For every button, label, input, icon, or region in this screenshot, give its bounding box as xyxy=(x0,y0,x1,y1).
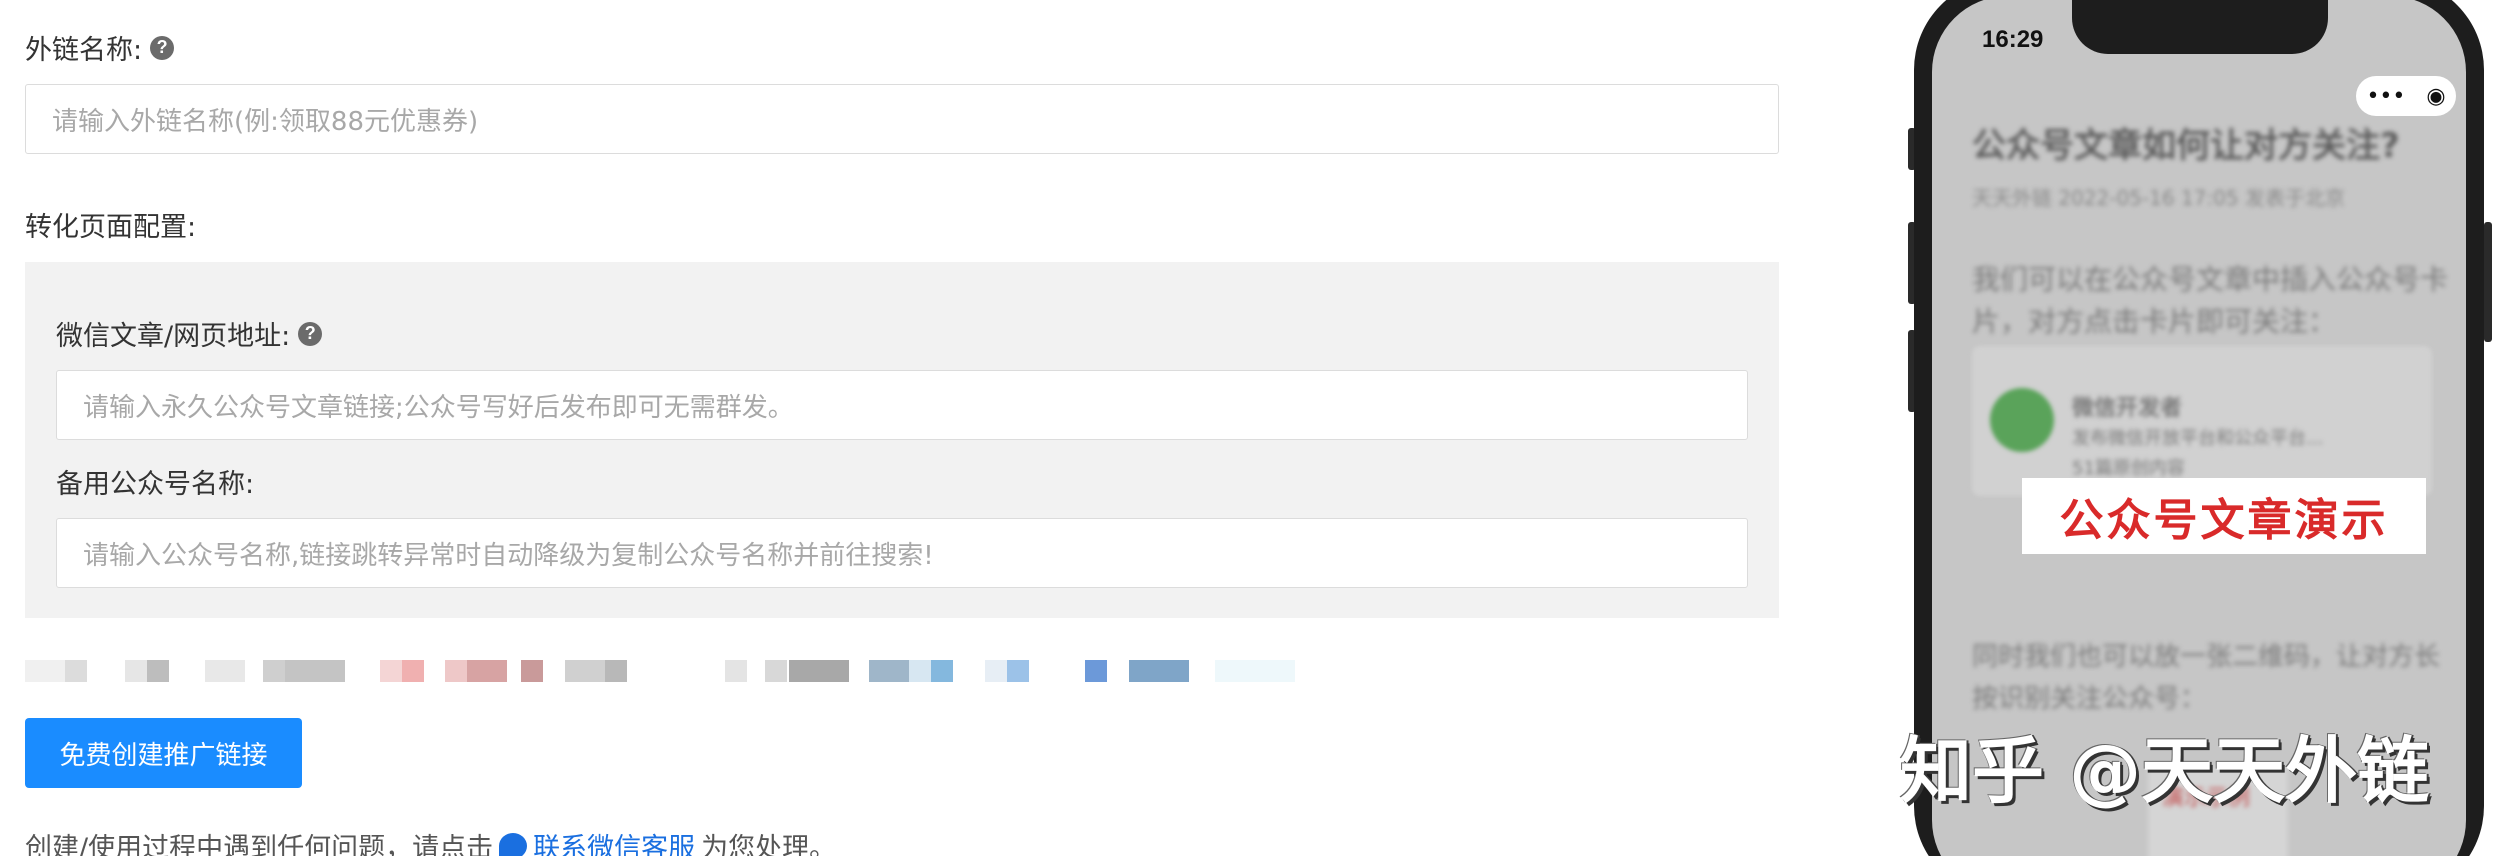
help-suffix: 为您处理。 xyxy=(701,833,837,856)
create-link-button-label: 免费创建推广链接 xyxy=(59,740,268,771)
link-name-placeholder: 请输入外链名称(例:领取88元优惠券) xyxy=(52,106,479,137)
article-meta: 天天外链 2022-05-16 17:05 发表于北京 xyxy=(1972,186,2345,210)
conversion-config-label-text: 转化页面配置: xyxy=(25,212,197,243)
card-count: 51篇原创内容 xyxy=(2072,458,2185,479)
card-desc: 发布微信开放平台和公众平台... xyxy=(2072,428,2324,449)
article-para2-line1: 同时我们也可以放一张二维码，让对方长 xyxy=(1972,642,2441,672)
article-title: 公众号文章如何让对方关注? xyxy=(1972,126,2400,166)
status-time: 16:29 xyxy=(1982,26,2044,53)
help-line: 创建/使用过程中遇到任何问题，请点击 联系微信客服 为您处理。 xyxy=(25,826,836,856)
close-target-icon[interactable]: ◉ xyxy=(2426,84,2445,109)
phone-notch xyxy=(2072,0,2328,54)
wechat-logo-icon xyxy=(1990,388,2054,452)
form-area: 外链名称: ? 请输入外链名称(例:领取88元优惠券) 转化页面配置: 微信文章… xyxy=(25,0,1779,856)
backup-name-label-text: 备用公众号名称: xyxy=(56,469,255,500)
help-prefix: 创建/使用过程中遇到任何问题，请点击 xyxy=(25,833,494,856)
power-button xyxy=(2484,222,2492,342)
link-name-input[interactable]: 请输入外链名称(例:领取88元优惠券) xyxy=(25,84,1779,154)
pixelated-redacted-row xyxy=(25,660,1325,682)
backup-name-placeholder: 请输入公众号名称,链接跳转异常时自动降级为复制公众号名称并前往搜索! xyxy=(83,540,934,571)
article-para1-line1: 我们可以在公众号文章中插入公众号卡 xyxy=(1972,263,2449,296)
backup-name-input[interactable]: 请输入公众号名称,链接跳转异常时自动降级为复制公众号名称并前往搜索! xyxy=(56,518,1748,588)
question-circle-icon[interactable]: ? xyxy=(298,321,323,346)
create-link-button[interactable]: 免费创建推广链接 xyxy=(25,718,302,788)
miniprogram-capsule[interactable]: ••• ◉ xyxy=(2356,76,2456,116)
zhihu-watermark: 知乎 @天天外链 xyxy=(1900,729,2430,813)
backup-name-label: 备用公众号名称: xyxy=(56,462,254,501)
conversion-config-label: 转化页面配置: xyxy=(25,205,196,244)
conversion-config-panel: 微信文章/网页地址: ? 请输入永久公众号文章链接;公众号写好后发布即可无需群发… xyxy=(25,262,1779,618)
contact-wechat-link-text: 联系微信客服 xyxy=(533,833,696,856)
link-name-label: 外链名称: ? xyxy=(25,28,175,67)
article-url-input[interactable]: 请输入永久公众号文章链接;公众号写好后发布即可无需群发。 xyxy=(56,370,1748,440)
article-para1-line2: 片，对方点击卡片即可关注： xyxy=(1972,305,2337,338)
question-circle-icon[interactable]: ? xyxy=(150,35,175,60)
card-title: 微信开发者 xyxy=(2072,396,2183,421)
demo-label: 公众号文章演示 xyxy=(2022,478,2426,554)
article-url-label-text: 微信文章/网页地址: xyxy=(56,321,291,352)
link-name-label-text: 外链名称: xyxy=(25,35,143,66)
contact-wechat-link[interactable]: 联系微信客服 xyxy=(499,826,695,856)
article-url-label: 微信文章/网页地址: ? xyxy=(56,314,323,353)
article-url-placeholder: 请输入永久公众号文章链接;公众号写好后发布即可无需群发。 xyxy=(83,392,794,423)
more-icon[interactable]: ••• xyxy=(2366,84,2405,109)
article-para2-line2: 按识别关注公众号： xyxy=(1972,684,2207,714)
chat-bubble-icon xyxy=(499,832,528,856)
